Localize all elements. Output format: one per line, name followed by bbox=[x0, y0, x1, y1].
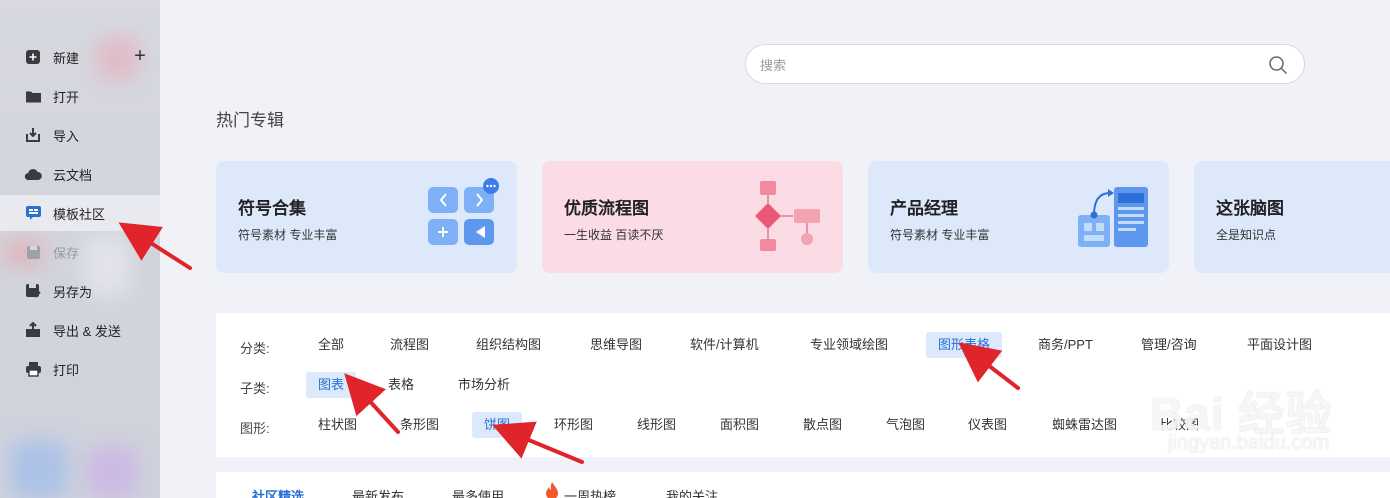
album-card-flowchart[interactable]: 优质流程图 一生收益 百读不厌 bbox=[542, 161, 843, 273]
tab-weekly-hot[interactable]: 一周热榜 bbox=[564, 486, 616, 498]
content-tabs: 社区精选 最新发布 最多使用 一周热榜 我的关注 bbox=[216, 472, 1390, 498]
sidebar-item-import[interactable]: 导入 bbox=[0, 117, 160, 153]
shape-chip-column[interactable]: 柱状图 bbox=[306, 412, 369, 438]
sidebar-item-save[interactable]: 保存 bbox=[0, 234, 160, 270]
category-chip-management[interactable]: 管理/咨询 bbox=[1129, 332, 1209, 358]
tab-community-picks[interactable]: 社区精选 bbox=[252, 486, 304, 498]
album-card-title: 符号合集 bbox=[238, 199, 306, 218]
tab-most-used[interactable]: 最多使用 bbox=[452, 486, 504, 498]
shape-chip-bubble[interactable]: 气泡图 bbox=[874, 412, 937, 438]
search-input[interactable] bbox=[760, 54, 1240, 76]
category-chip-flowchart[interactable]: 流程图 bbox=[378, 332, 441, 358]
template-community-icon bbox=[24, 204, 42, 222]
export-icon bbox=[24, 321, 42, 339]
hot-albums-title: 热门专辑 bbox=[216, 111, 284, 130]
album-card-subtitle: 符号素材 专业丰富 bbox=[890, 228, 990, 242]
sidebar-item-label: 云文档 bbox=[53, 167, 93, 183]
save-as-icon bbox=[24, 282, 42, 300]
shape-chip-area[interactable]: 面积图 bbox=[708, 412, 771, 438]
album-card-subtitle: 符号素材 专业丰富 bbox=[238, 228, 338, 242]
album-card-title: 产品经理 bbox=[890, 199, 958, 218]
cloud-icon bbox=[24, 165, 42, 183]
album-card-title: 优质流程图 bbox=[564, 199, 649, 218]
album-card-symbols[interactable]: 符号合集 符号素材 专业丰富 bbox=[216, 161, 517, 273]
tab-following[interactable]: 我的关注 bbox=[666, 486, 718, 498]
search-icon[interactable] bbox=[1268, 55, 1288, 75]
sidebar-item-label: 打开 bbox=[53, 89, 80, 105]
sidebar-item-label: 另存为 bbox=[53, 284, 93, 300]
category-chip-business-ppt[interactable]: 商务/PPT bbox=[1026, 332, 1105, 358]
category-chip-graphics-tables[interactable]: 图形表格 bbox=[926, 332, 1003, 358]
category-label: 分类: bbox=[240, 341, 270, 356]
tab-latest[interactable]: 最新发布 bbox=[352, 486, 404, 498]
product-manager-illustration bbox=[1078, 187, 1148, 247]
blurred-thumbnail bbox=[10, 440, 68, 498]
sidebar-item-export-send[interactable]: 导出 & 发送 bbox=[0, 312, 160, 348]
flame-icon bbox=[542, 481, 562, 498]
shape-chip-scatter[interactable]: 散点图 bbox=[791, 412, 854, 438]
album-card-product-manager[interactable]: 产品经理 符号素材 专业丰富 bbox=[868, 161, 1169, 273]
flowchart-illustration bbox=[755, 181, 820, 251]
shape-chip-line[interactable]: 线形图 bbox=[625, 412, 688, 438]
sidebar-item-label: 打印 bbox=[53, 362, 80, 378]
sidebar-item-label: 导入 bbox=[53, 128, 80, 144]
symbol-grid-illustration bbox=[428, 178, 499, 245]
sidebar-item-template-community[interactable]: 模板社区 bbox=[0, 195, 160, 231]
shape-chip-bar[interactable]: 条形图 bbox=[388, 412, 451, 438]
shape-label: 图形: bbox=[240, 421, 270, 436]
sidebar-item-print[interactable]: 打印 bbox=[0, 351, 160, 387]
subcategory-chip-market-analysis[interactable]: 市场分析 bbox=[446, 372, 522, 398]
sidebar-item-open[interactable]: 打开 bbox=[0, 78, 160, 114]
add-plus-icon[interactable]: + bbox=[130, 46, 150, 66]
category-chip-mindmap[interactable]: 思维导图 bbox=[578, 332, 654, 358]
subcategory-chip-tables[interactable]: 表格 bbox=[376, 372, 426, 398]
folder-icon bbox=[24, 87, 42, 105]
category-chip-org-chart[interactable]: 组织结构图 bbox=[464, 332, 553, 358]
sidebar-item-label: 导出 & 发送 bbox=[53, 323, 121, 339]
printer-icon bbox=[24, 360, 42, 378]
album-card-subtitle: 全是知识点 bbox=[1216, 228, 1277, 242]
category-chip-all[interactable]: 全部 bbox=[306, 332, 356, 358]
sidebar-item-label: 新建 bbox=[53, 50, 80, 66]
album-card-mindmap[interactable]: 这张脑图 全是知识点 bbox=[1194, 161, 1390, 273]
plus-square-icon bbox=[24, 48, 42, 66]
shape-chip-pie[interactable]: 饼图 bbox=[472, 412, 523, 438]
shape-chip-donut[interactable]: 环形图 bbox=[542, 412, 605, 438]
subcategory-label: 子类: bbox=[240, 381, 270, 396]
subcategory-chip-charts[interactable]: 图表 bbox=[306, 372, 357, 398]
watermark-url: jingyan.baidu.com bbox=[1168, 432, 1330, 454]
blurred-thumbnail bbox=[86, 446, 138, 498]
album-card-title: 这张脑图 bbox=[1216, 199, 1284, 218]
category-chip-professional[interactable]: 专业领域绘图 bbox=[798, 332, 900, 358]
search-box[interactable] bbox=[745, 44, 1305, 84]
shape-chip-gauge[interactable]: 仪表图 bbox=[956, 412, 1019, 438]
sidebar-item-label: 保存 bbox=[53, 245, 80, 261]
sidebar-item-label: 模板社区 bbox=[53, 206, 106, 222]
category-chip-graphic-design[interactable]: 平面设计图 bbox=[1235, 332, 1324, 358]
save-icon bbox=[24, 243, 42, 261]
shape-chip-radar[interactable]: 蜘蛛雷达图 bbox=[1040, 412, 1129, 438]
sidebar: 新建 + 打开 导入 云文档 模板社区 保存 另存为 导出 & 发送 打印 bbox=[0, 0, 160, 498]
import-icon bbox=[24, 126, 42, 144]
sidebar-item-save-as[interactable]: 另存为 bbox=[0, 273, 160, 309]
category-chip-software[interactable]: 软件/计算机 bbox=[678, 332, 771, 358]
sidebar-item-cloud-docs[interactable]: 云文档 bbox=[0, 156, 160, 192]
album-card-subtitle: 一生收益 百读不厌 bbox=[564, 228, 664, 242]
